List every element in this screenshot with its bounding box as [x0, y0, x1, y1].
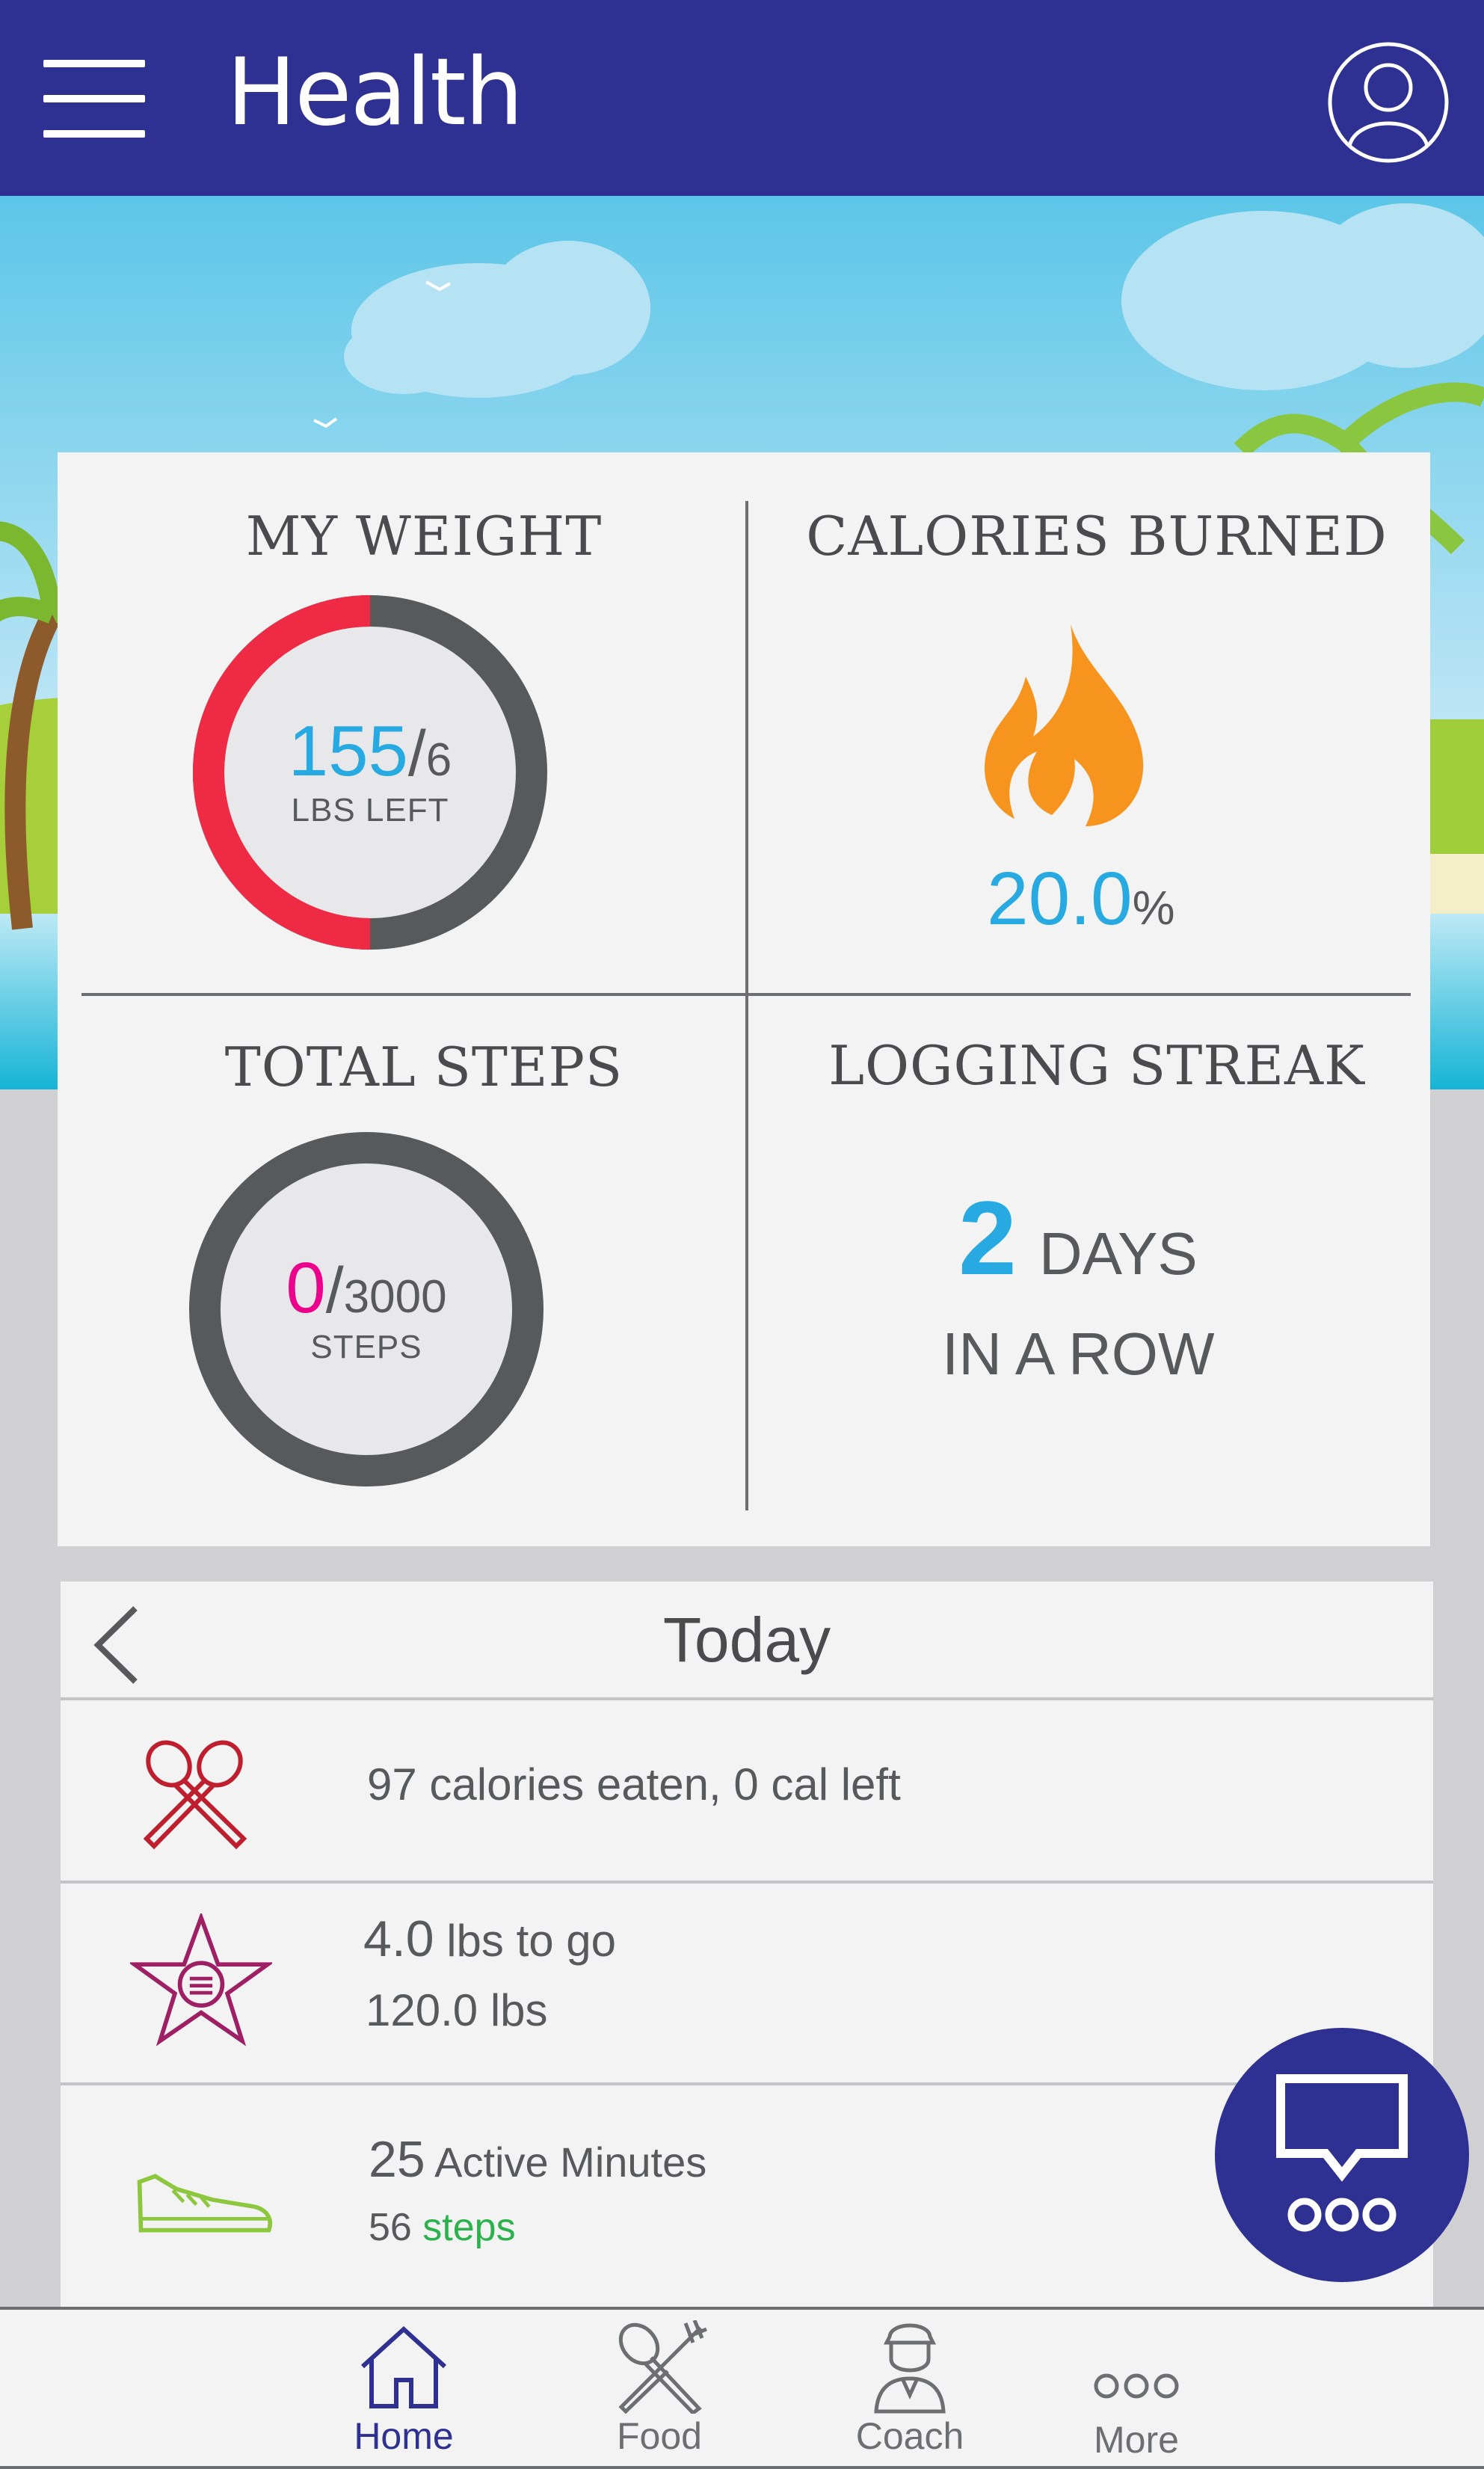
calories-summary: 97 calories eaten, 0 cal left: [367, 1759, 901, 1810]
calories-value: 20.0: [987, 857, 1133, 941]
steps-value-line: 0/3000: [286, 1248, 447, 1328]
steps-title: TOTAL STEPS: [224, 1036, 624, 1098]
steps-summary-label: steps: [422, 2206, 516, 2249]
sneaker-icon: [137, 2174, 273, 2233]
nav-home-label: Home: [354, 2415, 454, 2457]
horizontal-divider: [81, 993, 1411, 996]
active-minutes: 25 Active Minutes: [369, 2130, 706, 2189]
star-badge-icon: [130, 1913, 272, 2047]
stats-card: MY WEIGHT 155/6 LBS LEFT CALORIES BURNED…: [58, 452, 1430, 1546]
fork-spoon-icon: [618, 2320, 707, 2414]
nav-more-label: More: [1094, 2419, 1179, 2461]
calories-unit: %: [1132, 881, 1175, 935]
chat-fab-button[interactable]: [1215, 2028, 1469, 2282]
active-minutes-label: Active Minutes: [425, 2139, 707, 2186]
streak-caption: IN A ROW: [942, 1320, 1215, 1387]
today-header: Today: [61, 1581, 1433, 1700]
nav-more[interactable]: More: [1039, 2310, 1234, 2469]
today-title: Today: [662, 1605, 831, 1675]
weight-unit: LBS LEFT: [291, 792, 449, 828]
nav-food-label: Food: [617, 2415, 702, 2457]
weight-title: MY WEIGHT: [245, 505, 603, 568]
weight-value-line: 155/6: [288, 711, 452, 791]
steps-summary: 56 steps: [369, 2205, 516, 2250]
nav-coach-label: Coach: [855, 2415, 964, 2457]
steps-ring[interactable]: 0/3000 STEPS: [188, 1131, 544, 1487]
steps-unit: STEPS: [310, 1329, 422, 1365]
chat-bubble-icon: [1276, 2074, 1408, 2232]
app-title: Health: [227, 39, 523, 147]
weight-to-go: 4.0 lbs to go: [363, 1910, 616, 1968]
more-dots-icon: [1094, 2373, 1179, 2399]
steps-goal: 3000: [343, 1271, 447, 1323]
hamburger-menu-icon[interactable]: [43, 60, 145, 138]
nav-food[interactable]: Food: [562, 2310, 757, 2469]
weight-total: 6: [425, 734, 452, 786]
weight-value: 155: [288, 711, 408, 791]
steps-summary-value: 56: [369, 2206, 412, 2249]
nav-coach[interactable]: Coach: [813, 2310, 1007, 2469]
calories-percent: 20.0%: [987, 856, 1175, 942]
user-profile-icon[interactable]: [1327, 41, 1450, 164]
active-minutes-value: 25: [369, 2131, 425, 2188]
app-header: Health: [0, 0, 1484, 196]
streak-line: 2 DAYS: [958, 1178, 1198, 1299]
weight-ring[interactable]: 155/6 LBS LEFT: [192, 594, 548, 950]
coach-icon: [874, 2323, 946, 2414]
vertical-divider: [745, 501, 748, 1510]
flame-icon: [985, 624, 1144, 826]
streak-value: 2: [958, 1179, 1017, 1297]
streak-unit: DAYS: [1038, 1220, 1198, 1287]
nav-home[interactable]: Home: [307, 2310, 501, 2469]
bottom-nav: Home Food Coach More: [0, 2307, 1484, 2469]
target-weight: 120.0 lbs: [366, 1985, 548, 2035]
weight-to-go-label: lbs to go: [434, 1916, 617, 1966]
home-icon: [360, 2325, 447, 2408]
streak-title: LOGGING STREAK: [828, 1034, 1365, 1097]
calories-title: CALORIES BURNED: [806, 505, 1388, 568]
weight-to-go-value: 4.0: [363, 1910, 434, 1967]
steps-value: 0: [286, 1248, 326, 1328]
fork-spoon-icon: [143, 1740, 247, 1850]
